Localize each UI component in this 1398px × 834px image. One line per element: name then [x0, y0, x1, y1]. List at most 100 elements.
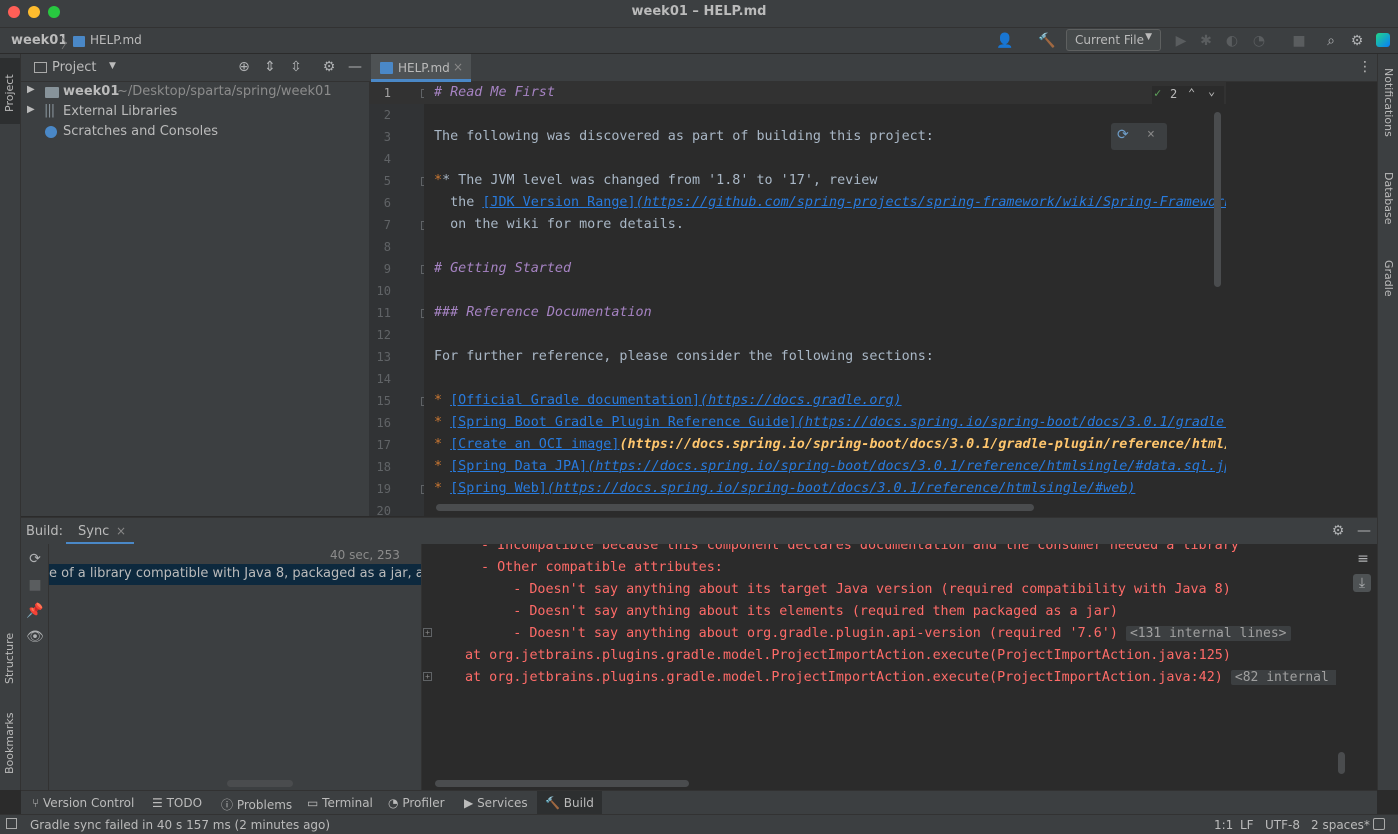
tree-item-week01[interactable]: ▶ week01 ~/Desktop/sparta/spring/week01 [21, 82, 369, 102]
tool-tab-label: Services [477, 796, 528, 810]
markdown-editor[interactable]: # Read Me First The following was discov… [424, 82, 1226, 516]
code-line-5: ** The JVM level was changed from '1.8' … [434, 173, 878, 188]
horizontal-scrollbar[interactable] [436, 504, 1034, 511]
gear-icon[interactable]: ⚙ [320, 58, 338, 76]
chevron-down-icon[interactable]: ▼ [109, 61, 116, 71]
locate-icon[interactable]: ⊕ [235, 58, 253, 76]
markdown-link-url[interactable]: (https://docs.gradle.org) [700, 393, 902, 408]
vertical-scrollbar[interactable] [1338, 752, 1345, 774]
tool-tab-todo[interactable]: ☰ TODO [152, 791, 202, 815]
build-panel-label: Build: [26, 524, 64, 539]
tab-help-md[interactable]: HELP.md × [371, 54, 471, 82]
gear-icon[interactable]: ⚙ [1348, 32, 1366, 50]
console-text: - Doesn't say anything about org.gradle.… [481, 626, 1118, 641]
eye-icon[interactable]: 👁 [26, 628, 44, 646]
soft-wrap-icon[interactable]: ≡ [1354, 550, 1372, 568]
collapse-all-icon[interactable]: ⇳ [287, 58, 305, 76]
structure-tool-button[interactable]: Structure [3, 614, 16, 684]
indent-setting[interactable]: 2 spaces* [1311, 818, 1370, 832]
pin-icon[interactable]: 📌 [26, 602, 44, 620]
refresh-icon[interactable]: ⟳ [26, 550, 44, 568]
expand-all-icon[interactable]: ⇕ [261, 58, 279, 76]
tab-sync[interactable]: Sync × [66, 518, 134, 545]
collapsed-lines[interactable]: <131 internal lines> [1125, 626, 1291, 641]
line-number: 8 [383, 240, 391, 254]
expand-icon[interactable]: + [423, 672, 432, 681]
panel-toggle-icon[interactable] [6, 818, 17, 829]
tree-item-label: External Libraries [63, 104, 178, 119]
build-console[interactable]: - Incompatible because this component de… [423, 544, 1336, 790]
markdown-link-url[interactable]: (https://docs.spring.io/spring-boot/docs… [797, 415, 1226, 430]
close-icon[interactable]: × [453, 60, 463, 74]
chevron-right-icon[interactable]: ▶ [27, 84, 35, 95]
chevron-right-icon[interactable]: ▶ [27, 104, 35, 115]
debug-icon[interactable]: ✱ [1197, 32, 1215, 50]
tool-tab-terminal[interactable]: ▭ Terminal [307, 791, 373, 815]
hide-panel-icon[interactable]: — [346, 58, 364, 76]
run-configuration-dropdown[interactable]: Current File ▼ [1066, 29, 1161, 51]
tree-item-scratches[interactable]: Scratches and Consoles [21, 122, 369, 142]
close-icon[interactable]: × [1147, 127, 1155, 142]
tool-tab-version-control[interactable]: ⑂ Version Control [32, 791, 134, 815]
folder-icon [45, 87, 59, 98]
line-separator[interactable]: LF [1240, 818, 1254, 832]
markdown-link-text[interactable]: [Official Gradle documentation] [450, 393, 700, 408]
vertical-scrollbar[interactable] [1214, 112, 1221, 287]
console-line: at org.jetbrains.plugins.gradle.model.Pr… [465, 648, 1231, 663]
run-icon[interactable]: ▶ [1172, 32, 1190, 50]
markdown-link-text[interactable]: [Spring Web] [450, 481, 547, 496]
collapsed-lines[interactable]: <82 internal l [1230, 670, 1336, 685]
tool-tab-problems[interactable]: ⓘ Problems [221, 791, 292, 815]
markdown-link-text[interactable]: [Create an OCI image] [450, 437, 619, 452]
markdown-link-url[interactable]: (https://docs.spring.io/spring-boot/docs… [587, 459, 1226, 474]
markdown-link-text[interactable]: [Spring Data JPA] [450, 459, 587, 474]
notifications-tool-button[interactable]: Notifications [1382, 68, 1395, 137]
status-message[interactable]: Gradle sync failed in 40 s 157 ms (2 min… [30, 818, 330, 832]
file-encoding[interactable]: UTF-8 [1265, 818, 1300, 832]
tool-tab-label: Problems [236, 798, 293, 812]
markdown-link-url[interactable]: (https://docs.spring.io/spring-boot/docs… [547, 481, 1136, 496]
expand-icon[interactable]: + [423, 628, 432, 637]
horizontal-scrollbar[interactable] [227, 780, 293, 787]
gradle-tool-button[interactable]: Gradle [1382, 260, 1395, 297]
markdown-link-text[interactable]: [Spring Boot Gradle Plugin Reference Gui… [450, 415, 797, 430]
jetbrains-logo-icon[interactable] [1376, 33, 1390, 47]
tool-tab-services[interactable]: ▶ Services [464, 791, 528, 815]
project-tool-button[interactable]: Project [3, 62, 16, 112]
markdown-link-url[interactable]: (https://docs.spring.io/spring-boot/docs… [619, 437, 1226, 452]
database-tool-button[interactable]: Database [1382, 172, 1395, 225]
project-panel-title[interactable]: Project [52, 60, 96, 75]
breadcrumb-project[interactable]: week01 [11, 33, 67, 48]
chevron-down-icon[interactable]: ⌄ [1208, 84, 1215, 98]
horizontal-scrollbar[interactable] [435, 780, 689, 787]
coverage-icon[interactable]: ◐ [1223, 32, 1241, 50]
bookmarks-tool-button[interactable]: Bookmarks [3, 704, 16, 774]
lock-icon[interactable] [1373, 818, 1385, 830]
stop-icon[interactable]: ■ [1290, 32, 1308, 50]
stop-icon[interactable]: ■ [26, 576, 44, 594]
inspection-widget[interactable]: ✓ 2 ⌃ ⌄ [1152, 84, 1224, 104]
close-icon[interactable]: × [116, 524, 126, 538]
console-line: - Incompatible because this component de… [481, 544, 1239, 553]
markdown-link-text[interactable]: [JDK Version Range] [482, 195, 635, 210]
caret-position[interactable]: 1:1 [1214, 818, 1233, 832]
search-icon[interactable]: ⌕ [1322, 32, 1340, 50]
tool-tab-profiler[interactable]: ◔ Profiler [388, 791, 445, 815]
tool-tab-build[interactable]: 🔨 Build [537, 791, 602, 815]
breadcrumb-file[interactable]: HELP.md [90, 33, 142, 47]
chevron-up-icon[interactable]: ⌃ [1188, 86, 1195, 100]
more-options-icon[interactable]: ⋮ [1358, 59, 1372, 75]
hide-panel-icon[interactable]: — [1355, 522, 1373, 540]
user-icon[interactable]: 👤 [996, 32, 1014, 50]
gradle-reload-icon[interactable]: ⟳ [1117, 127, 1129, 143]
scroll-to-end-icon[interactable]: ⤓ [1353, 574, 1371, 592]
build-hammer-icon[interactable]: 🔨 [1038, 32, 1056, 50]
markdown-link-url[interactable]: (https://github.com/spring-projects/spri… [636, 195, 1226, 210]
profile-icon[interactable]: ◔ [1250, 32, 1268, 50]
terminal-icon: ▭ [307, 796, 319, 810]
line-number: 11 [376, 306, 391, 320]
info-icon: ⓘ [221, 798, 234, 812]
build-tree-selected-row[interactable]: e of a library compatible with Java 8, p… [49, 564, 421, 585]
tree-item-external-libraries[interactable]: ▶ ||| External Libraries [21, 102, 369, 122]
gear-icon[interactable]: ⚙ [1329, 522, 1347, 540]
